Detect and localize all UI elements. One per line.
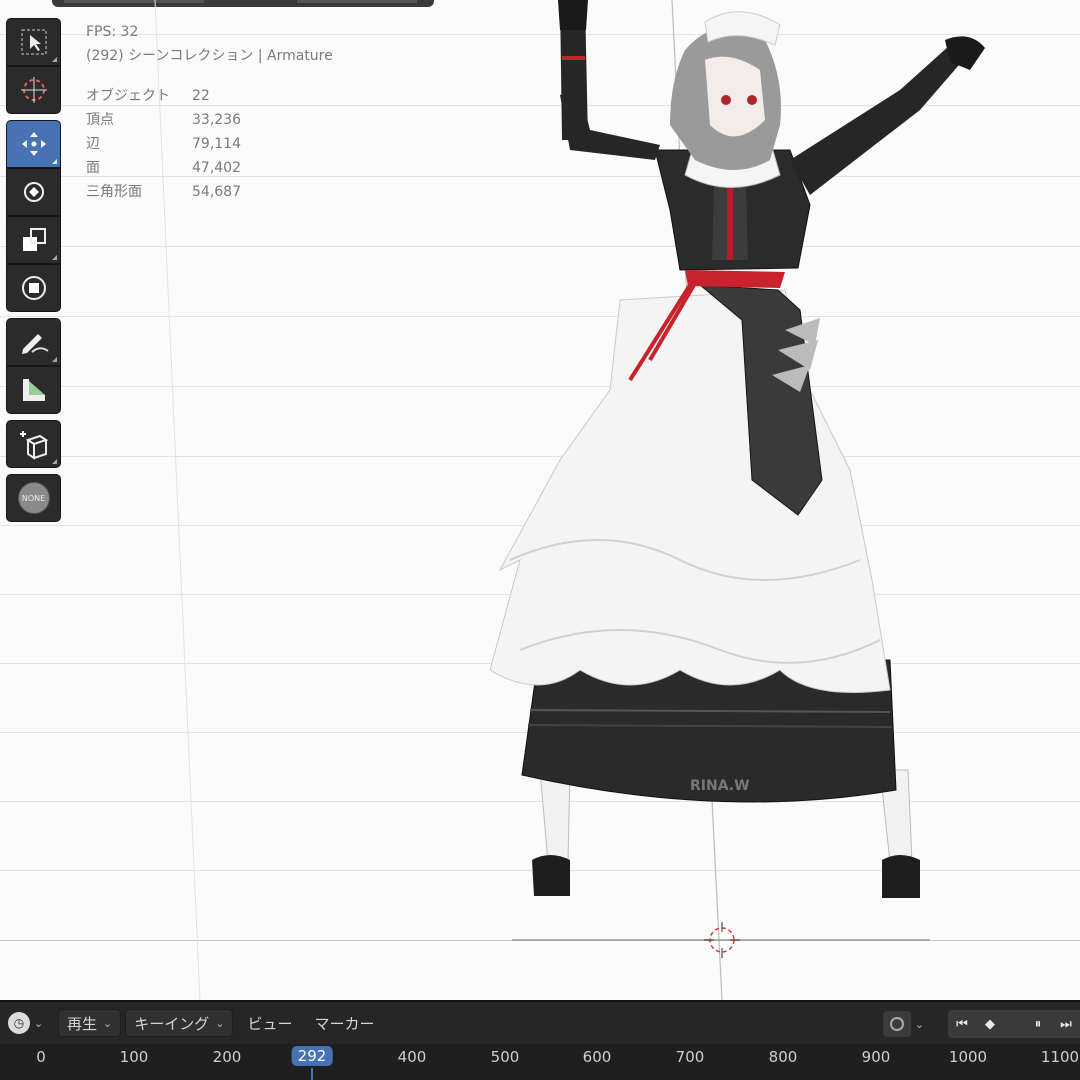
keying-menu[interactable]: キーイング ⌄ — [125, 1009, 234, 1037]
frame-tick: 100 — [119, 1048, 149, 1066]
none-badge-icon: NONE — [17, 482, 50, 514]
stat-label: オブジェクト — [86, 88, 170, 104]
stat-value: 33,236 — [192, 112, 241, 128]
frame-tick: 800 — [768, 1048, 798, 1066]
jump-start-icon: ⏮ — [956, 1016, 968, 1032]
chevron-down-icon: ⌄ — [215, 1016, 225, 1030]
skirt-logo-text: RINA.W — [690, 778, 750, 794]
chevron-down-icon: ⌄ — [103, 1016, 113, 1030]
chevron-down-icon[interactable]: ⌄ — [915, 1018, 924, 1031]
playback-menu[interactable]: 再生 ⌄ — [58, 1009, 122, 1037]
keyframe-jump-icon: ◆ — [985, 1016, 995, 1032]
jump-end-button[interactable]: ⏭ — [1052, 1010, 1080, 1038]
viewport-stats-overlay: FPS: 32 (292) シーンコレクション | Armature オブジェク… — [86, 20, 333, 204]
pause-button[interactable]: ⏸ — [1024, 1010, 1052, 1038]
tool-shelf: NONE — [6, 18, 62, 522]
stat-row: 面 47,402 — [86, 156, 333, 180]
add-cube-icon — [19, 431, 48, 460]
rotate-tool[interactable] — [6, 168, 61, 216]
frame-tick: 400 — [397, 1048, 427, 1066]
frame-tick: 900 — [861, 1048, 891, 1066]
transform-icon — [21, 276, 46, 300]
transform-tool[interactable] — [6, 264, 61, 312]
frame-tick: 1100 — [1040, 1048, 1080, 1066]
pause-icon: ⏸ — [1034, 1016, 1042, 1032]
keying-menu-label: キーイング — [134, 1014, 210, 1033]
select-box-tool[interactable] — [6, 18, 61, 66]
stat-row: 辺 79,114 — [86, 132, 333, 156]
annotate-tool[interactable] — [6, 318, 61, 366]
marker-menu[interactable]: マーカー — [306, 1009, 382, 1037]
stat-label: 三角形面 — [86, 184, 142, 200]
playback-menu-label: 再生 — [67, 1014, 98, 1033]
rotate-icon — [23, 182, 44, 202]
editor-type-selector[interactable]: ◷ ⌄ — [8, 1009, 50, 1037]
clock-icon: ◷ — [8, 1012, 30, 1034]
stat-value: 54,687 — [192, 184, 241, 200]
jump-keyframe-button[interactable]: ◆ — [976, 1010, 1004, 1038]
stat-row: 頂点 33,236 — [86, 108, 333, 132]
3d-cursor-icon — [20, 77, 47, 103]
move-arrows-icon — [21, 132, 46, 156]
transport-buttons: ⏮ ◆ ⏸ ⏭ — [948, 1010, 1080, 1038]
cursor-select-icon — [21, 29, 46, 55]
stat-value: 22 — [192, 88, 210, 104]
auto-keying-toggle[interactable] — [882, 1011, 911, 1037]
measure-tool[interactable] — [6, 366, 61, 414]
marker-menu-label: マーカー — [314, 1014, 375, 1033]
frame-tick: 0 — [36, 1048, 46, 1066]
stat-row: オブジェクト 22 — [86, 84, 333, 108]
view-menu[interactable]: ビュー — [239, 1009, 300, 1037]
frame-tick: 700 — [675, 1048, 705, 1066]
character-model[interactable]: RINA.W — [480, 0, 1000, 910]
jump-end-icon: ⏭ — [1060, 1016, 1072, 1032]
stat-label: 辺 — [86, 136, 100, 152]
proportional-editing-tool[interactable]: NONE — [6, 474, 61, 522]
timeline-ruler[interactable]: 0 100 200 400 500 600 700 800 900 1000 1… — [0, 1044, 1080, 1080]
pencil-icon — [21, 334, 49, 354]
frame-tick: 1000 — [948, 1048, 988, 1066]
chevron-down-icon: ⌄ — [34, 1016, 44, 1030]
3d-viewport[interactable]: RINA.W FPS: 32 (292) シーンコレクション | Armatur… — [0, 0, 1080, 1000]
ruler-icon — [22, 379, 45, 401]
record-icon — [889, 1017, 904, 1031]
stat-label: 頂点 — [86, 112, 114, 128]
move-tool[interactable] — [6, 120, 61, 168]
current-frame-indicator[interactable]: 292 — [291, 1046, 333, 1066]
timeline-header: ◷ ⌄ 再生 ⌄ キーイング ⌄ ビュー マーカー ⌄ ⏮ ◆ ⏸ ⏭ — [0, 1000, 1080, 1044]
fps-readout: FPS: 32 — [86, 24, 139, 40]
add-cube-tool[interactable] — [6, 420, 61, 468]
frame-tick: 500 — [490, 1048, 520, 1066]
frame-tick: 600 — [582, 1048, 612, 1066]
scale-tool[interactable] — [6, 216, 61, 264]
stat-value: 47,402 — [192, 160, 241, 176]
playback-controls: ⌄ ⏮ ◆ ⏸ ⏭ — [882, 1010, 1080, 1038]
frame-tick: 200 — [212, 1048, 242, 1066]
stat-row: 三角形面 54,687 — [86, 180, 333, 204]
jump-start-button[interactable]: ⏮ — [948, 1010, 976, 1038]
view-menu-label: ビュー — [247, 1014, 293, 1033]
playhead[interactable] — [311, 1068, 313, 1080]
stat-label: 面 — [86, 160, 100, 176]
stat-value: 79,114 — [192, 136, 241, 152]
scale-icon — [22, 228, 46, 251]
frame-scene-label: (292) シーンコレクション | Armature — [86, 48, 333, 64]
3d-cursor-icon[interactable] — [702, 920, 742, 960]
cursor-tool[interactable] — [6, 66, 61, 114]
